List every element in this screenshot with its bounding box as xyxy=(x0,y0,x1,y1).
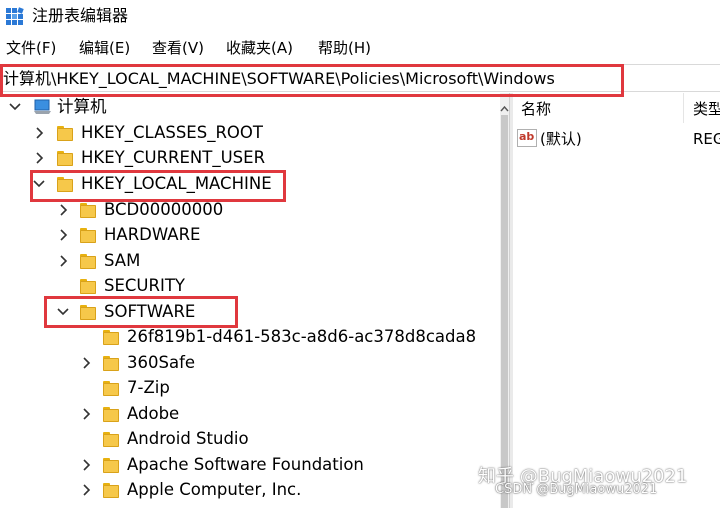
chevron-right-icon[interactable] xyxy=(56,202,70,218)
menu-help[interactable]: 帮助(H) xyxy=(318,38,371,58)
folder-icon xyxy=(80,279,96,294)
tree-node-label: 360Safe xyxy=(127,353,196,372)
folder-icon xyxy=(103,356,119,371)
tree-node-label: HARDWARE xyxy=(104,225,201,244)
chevron-right-icon[interactable] xyxy=(56,227,70,243)
folder-icon xyxy=(57,151,73,166)
hklm-highlight-box xyxy=(30,170,286,202)
chevron-right-icon[interactable] xyxy=(79,482,93,498)
tree-node-label: 7-Zip xyxy=(127,378,170,397)
tree-node-label: SECURITY xyxy=(104,276,185,295)
folder-icon xyxy=(80,203,96,218)
value-type-default: REG xyxy=(693,130,720,148)
tree-node-label: Android Studio xyxy=(127,429,249,448)
folder-icon xyxy=(103,432,119,447)
folder-icon xyxy=(80,228,96,243)
chevron-right-icon[interactable] xyxy=(79,406,93,422)
value-list: 名称 类型 ab (默认) REG xyxy=(513,93,720,508)
menu-view[interactable]: 查看(V) xyxy=(152,38,204,58)
computer-icon xyxy=(33,99,53,115)
tree-node-apache[interactable]: Apache Software Foundation xyxy=(0,453,480,478)
tree-node-label: HKEY_CURRENT_USER xyxy=(81,148,266,167)
chevron-down-icon[interactable] xyxy=(8,99,22,115)
tree-node-label: SAM xyxy=(104,251,141,270)
chevron-right-icon[interactable] xyxy=(79,457,93,473)
software-highlight-box xyxy=(44,296,238,328)
tree-node-label: HKEY_CLASSES_ROOT xyxy=(81,123,263,142)
folder-icon xyxy=(57,126,73,141)
tree-node-label: Adobe xyxy=(127,404,180,423)
scroll-thumb[interactable] xyxy=(501,115,508,508)
chevron-right-icon[interactable] xyxy=(32,125,46,141)
folder-icon xyxy=(103,330,119,345)
tree-node-apple[interactable]: Apple Computer, Inc. xyxy=(0,478,480,503)
menu-bar: 文件(F) 编辑(E) 查看(V) 收藏夹(A) 帮助(H) xyxy=(0,36,720,60)
registry-editor-app-icon xyxy=(5,7,25,27)
address-highlight-box xyxy=(0,64,624,97)
folder-icon xyxy=(103,381,119,396)
column-divider[interactable] xyxy=(683,93,684,123)
tree-node-sam[interactable]: SAM xyxy=(0,249,480,274)
string-value-icon: ab xyxy=(517,129,537,147)
chevron-right-icon[interactable] xyxy=(79,355,93,371)
column-header-name[interactable]: 名称 xyxy=(521,99,551,119)
tree-node-hkcr[interactable]: HKEY_CLASSES_ROOT xyxy=(0,121,480,146)
tree-node-label: BCD00000000 xyxy=(104,200,224,219)
title-bar: 注册表编辑器 xyxy=(0,0,720,34)
tree-node-label: 26f819b1-d461-583c-a8d6-ac378d8cada8 xyxy=(127,327,477,346)
menu-edit[interactable]: 编辑(E) xyxy=(79,38,130,58)
string-value-icon-text: ab xyxy=(519,130,535,143)
tree-node-7zip[interactable]: 7-Zip xyxy=(0,376,480,401)
chevron-right-icon[interactable] xyxy=(32,150,46,166)
tree-node-label: 计算机 xyxy=(57,97,107,116)
tree-node-hkcu[interactable]: HKEY_CURRENT_USER xyxy=(0,146,480,171)
column-header-type[interactable]: 类型 xyxy=(693,99,720,119)
scroll-up-arrow-icon[interactable] xyxy=(500,99,509,112)
folder-icon xyxy=(103,458,119,473)
folder-icon xyxy=(103,483,119,498)
tree-node-guid[interactable]: 26f819b1-d461-583c-a8d6-ac378d8cada8 xyxy=(0,325,480,350)
folder-icon xyxy=(103,407,119,422)
tree-node-360safe[interactable]: 360Safe xyxy=(0,351,480,376)
folder-icon xyxy=(80,254,96,269)
chevron-right-icon[interactable] xyxy=(56,253,70,269)
tree-node-computer[interactable]: 计算机 xyxy=(0,95,480,120)
tree-node-hardware[interactable]: HARDWARE xyxy=(0,223,480,248)
menu-file[interactable]: 文件(F) xyxy=(6,38,56,58)
tree-node-label: Apache Software Foundation xyxy=(127,455,364,474)
tree-node-adobe[interactable]: Adobe xyxy=(0,402,480,427)
menu-favorites[interactable]: 收藏夹(A) xyxy=(226,38,293,58)
tree-node-android-studio[interactable]: Android Studio xyxy=(0,427,480,452)
tree-scrollbar[interactable] xyxy=(500,93,509,508)
csdn-watermark: CSDN @BugMiaowu2021 xyxy=(495,482,658,497)
tree-node-label: Apple Computer, Inc. xyxy=(127,480,302,499)
value-name-default[interactable]: (默认) xyxy=(540,129,582,149)
window-title: 注册表编辑器 xyxy=(32,6,129,25)
